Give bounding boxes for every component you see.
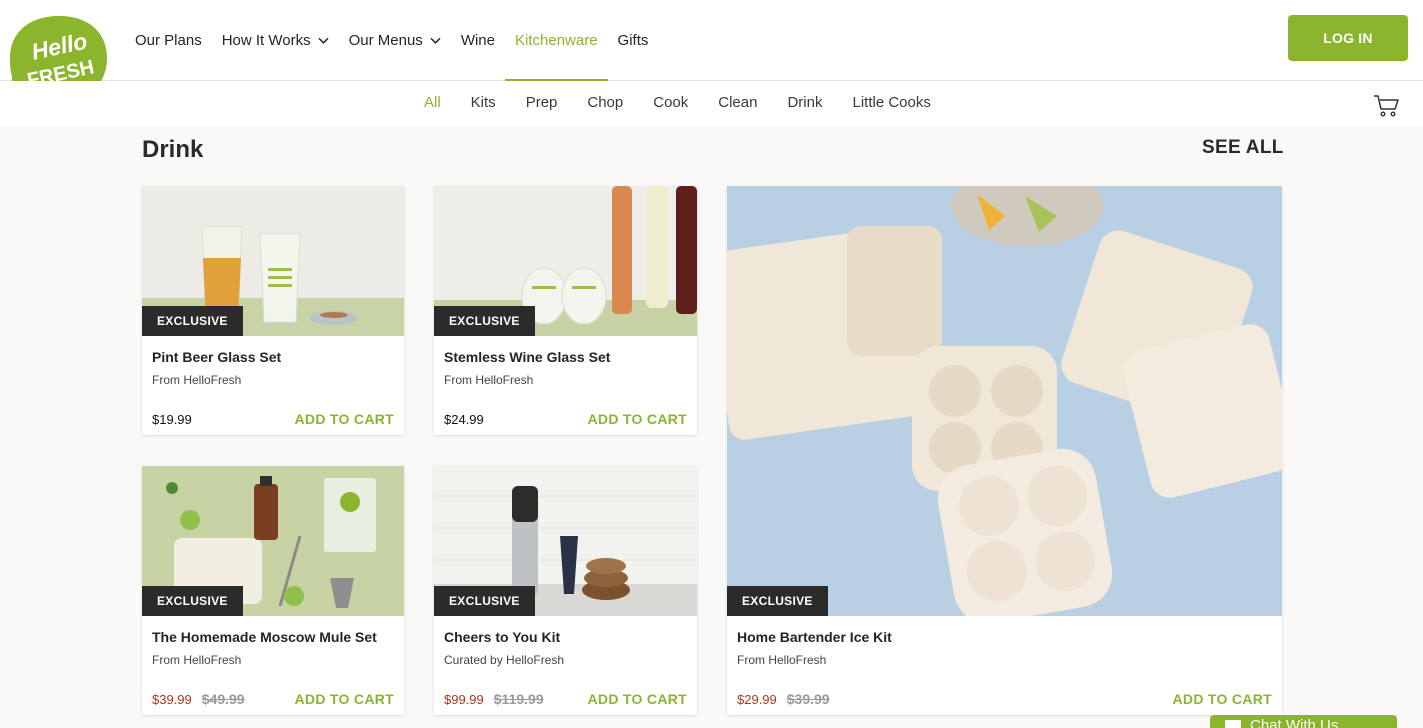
sale-price: $29.99 [737,692,777,707]
category-little-cooks[interactable]: Little Cooks [852,94,930,111]
add-to-cart-button[interactable]: ADD TO CART [295,691,394,707]
original-price: $39.99 [786,691,830,707]
product-image[interactable]: EXCLUSIVE [727,186,1282,616]
product-image[interactable]: EXCLUSIVE [142,466,404,616]
add-to-cart-button[interactable]: ADD TO CART [588,411,687,427]
add-to-cart-button[interactable]: ADD TO CART [295,411,394,427]
category-all[interactable]: All [424,94,441,111]
product-title[interactable]: Cheers to You Kit [444,629,560,645]
nav-label: Our Plans [135,31,202,49]
see-all-link[interactable]: SEE ALL [1202,137,1284,159]
chat-label: Chat With Us [1250,717,1339,728]
product-price: $24.99 [444,412,484,427]
category-nav: All Kits Prep Chop Cook Clean Drink Litt… [424,81,961,123]
product-vendor: From HelloFresh [152,373,242,387]
exclusive-badge: EXCLUSIVE [142,586,243,616]
category-drink[interactable]: Drink [787,94,822,111]
product-price: $19.99 [152,412,192,427]
category-bar: All Kits Prep Chop Cook Clean Drink Litt… [0,81,1423,126]
nav-wine[interactable]: Wine [461,0,495,80]
product-card[interactable]: EXCLUSIVE Home Bartender Ice Kit From He… [727,186,1282,715]
exclusive-badge: EXCLUSIVE [434,586,535,616]
exclusive-badge: EXCLUSIVE [142,306,243,336]
product-title[interactable]: Pint Beer Glass Set [152,349,281,365]
product-title[interactable]: Stemless Wine Glass Set [444,349,610,365]
nav-label: How It Works [221,31,311,49]
exclusive-badge: EXCLUSIVE [727,586,828,616]
nav-label: Gifts [617,31,649,49]
add-to-cart-button[interactable]: ADD TO CART [588,691,687,707]
nav-label: Our Menus [348,31,423,49]
login-button[interactable]: LOG IN [1288,15,1408,61]
add-to-cart-button[interactable]: ADD TO CART [1173,691,1272,707]
price-row: $24.99 [444,412,484,427]
chat-with-us-button[interactable]: Chat With Us [1210,715,1397,728]
section-title: Drink [142,136,204,163]
top-header: Hello FRESH Our Plans How It Works Our M… [0,0,1423,102]
sale-price: $99.99 [444,692,484,707]
nav-kitchenware[interactable]: Kitchenware [505,0,608,81]
price-row: $99.99 $119.99 [444,691,544,707]
category-clean[interactable]: Clean [718,94,757,111]
original-price: $119.99 [493,691,544,707]
main-nav: Our Plans How It Works Our Menus Wine Ki… [135,0,668,81]
nav-label: Wine [460,31,495,49]
product-card[interactable]: EXCLUSIVE The Homemade Moscow Mule Set F… [142,466,404,715]
product-card[interactable]: EXCLUSIVE Cheers to You Kit Curated by H… [434,466,697,715]
chat-bubble-icon [1225,720,1241,728]
category-cook[interactable]: Cook [653,94,688,111]
chevron-down-icon [430,37,441,44]
product-image[interactable]: EXCLUSIVE [142,186,404,336]
sale-price: $39.99 [152,692,192,707]
price-row: $39.99 $49.99 [152,691,245,707]
product-vendor: From HelloFresh [444,373,534,387]
category-kits[interactable]: Kits [471,94,496,111]
product-image[interactable]: EXCLUSIVE [434,186,697,336]
original-price: $49.99 [201,691,245,707]
nav-gifts[interactable]: Gifts [618,0,649,80]
nav-label: Kitchenware [515,31,598,49]
product-title[interactable]: Home Bartender Ice Kit [737,629,892,645]
product-image[interactable]: EXCLUSIVE [434,466,697,616]
chevron-down-icon [318,37,329,44]
category-prep[interactable]: Prep [526,94,558,111]
nav-our-plans[interactable]: Our Plans [135,0,202,80]
price-row: $19.99 [152,412,192,427]
exclusive-badge: EXCLUSIVE [434,306,535,336]
nav-how-it-works[interactable]: How It Works [222,0,329,80]
product-vendor: From HelloFresh [152,653,242,667]
category-chop[interactable]: Chop [587,94,623,111]
product-card[interactable]: EXCLUSIVE Pint Beer Glass Set From Hello… [142,186,404,435]
product-vendor: Curated by HelloFresh [444,653,565,667]
product-vendor: From HelloFresh [737,653,827,667]
cart-icon[interactable] [1373,93,1399,117]
price-row: $29.99 $39.99 [737,691,830,707]
nav-our-menus[interactable]: Our Menus [349,0,441,80]
product-card[interactable]: EXCLUSIVE Stemless Wine Glass Set From H… [434,186,697,435]
product-title[interactable]: The Homemade Moscow Mule Set [152,629,377,645]
